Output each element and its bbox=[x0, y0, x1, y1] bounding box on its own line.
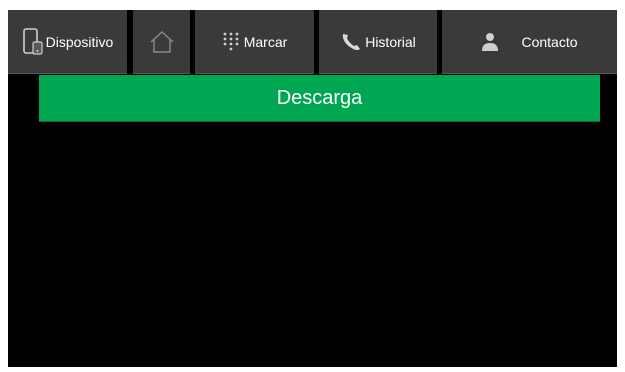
tab-dispositivo-label: Dispositivo bbox=[45, 33, 114, 50]
banner-title: Descarga bbox=[276, 86, 363, 109]
keypad-icon bbox=[222, 31, 240, 53]
person-icon bbox=[481, 32, 499, 52]
home-icon bbox=[149, 30, 175, 54]
tab-contacto[interactable]: Contacto bbox=[442, 10, 617, 74]
tab-home[interactable] bbox=[133, 10, 190, 74]
device-screen: Dispositivo Marcar Historial Contacto De… bbox=[8, 10, 617, 367]
tab-historial-label: Historial bbox=[365, 33, 416, 50]
tab-marcar-label: Marcar bbox=[243, 33, 288, 50]
phone-icon bbox=[340, 32, 362, 52]
tab-marcar[interactable]: Marcar bbox=[195, 10, 314, 74]
device-icon bbox=[22, 27, 44, 56]
download-banner: Descarga bbox=[39, 75, 600, 122]
tab-contacto-label: Contacto bbox=[521, 33, 578, 50]
top-tab-bar: Dispositivo Marcar Historial Contacto bbox=[8, 10, 617, 74]
tab-historial[interactable]: Historial bbox=[319, 10, 437, 74]
tab-dispositivo[interactable]: Dispositivo bbox=[8, 10, 127, 74]
download-content-area bbox=[8, 122, 617, 367]
